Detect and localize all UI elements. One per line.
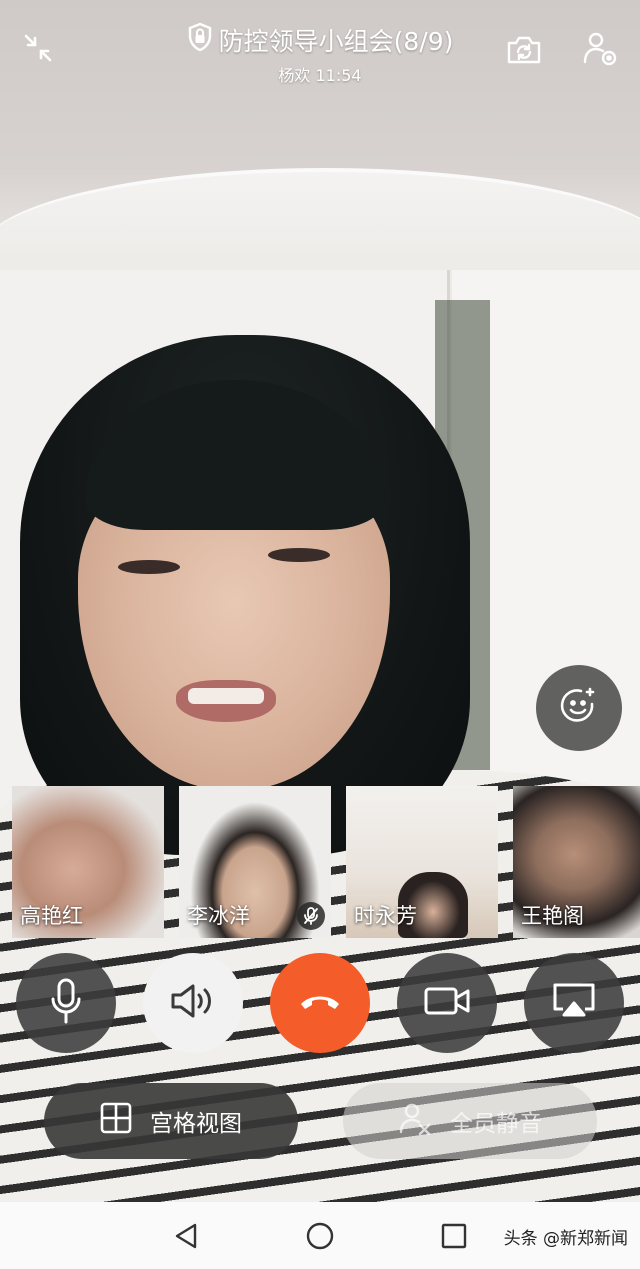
participant-name: 高艳红 bbox=[20, 904, 83, 928]
grid-icon bbox=[100, 1102, 132, 1140]
recents-icon[interactable] bbox=[432, 1214, 476, 1258]
reaction-button[interactable] bbox=[536, 665, 622, 751]
hangup-button[interactable] bbox=[270, 953, 370, 1053]
speaker-icon bbox=[169, 981, 217, 1025]
video-camera-icon bbox=[423, 985, 471, 1021]
participant-tile[interactable]: 王艳阁 bbox=[513, 786, 640, 938]
add-participant-icon[interactable] bbox=[580, 28, 620, 68]
watermark: 头条 @新郑新闻 bbox=[503, 1229, 628, 1249]
participant-name: 李冰洋 bbox=[187, 904, 250, 928]
mute-all-button[interactable]: 全员静音 bbox=[343, 1083, 597, 1159]
participant-strip: 高艳红 李冰洋 时永芳 王艳阁 bbox=[12, 786, 640, 938]
mute-all-icon bbox=[398, 1101, 432, 1141]
lock-shield-icon bbox=[187, 22, 213, 58]
call-header: 防控领导小组会(8/9) 杨欢 11:54 bbox=[0, 0, 640, 90]
participant-tile[interactable]: 高艳红 bbox=[12, 786, 164, 938]
speaker-button[interactable] bbox=[143, 953, 243, 1053]
meeting-title-block: 防控领导小组会(8/9) 杨欢 11:54 bbox=[0, 22, 640, 86]
meeting-title: 防控领导小组会(8/9) bbox=[218, 27, 454, 56]
microphone-button[interactable] bbox=[16, 953, 116, 1053]
smile-sparkle-icon bbox=[559, 686, 599, 730]
participant-tile[interactable]: 时永芳 bbox=[346, 786, 498, 938]
back-icon[interactable] bbox=[164, 1214, 208, 1258]
home-icon[interactable] bbox=[298, 1214, 342, 1258]
screen-share-button[interactable] bbox=[524, 953, 624, 1053]
mic-muted-icon bbox=[297, 902, 325, 930]
camera-button[interactable] bbox=[397, 953, 497, 1053]
grid-view-label: 宫格视图 bbox=[150, 1111, 242, 1137]
participant-name: 时永芳 bbox=[354, 904, 417, 928]
participant-name: 王艳阁 bbox=[521, 904, 584, 928]
system-nav-bar: 头条 @新郑新闻 bbox=[0, 1202, 640, 1269]
mute-all-label: 全员静音 bbox=[450, 1111, 542, 1137]
microphone-icon bbox=[49, 977, 83, 1029]
switch-camera-icon[interactable] bbox=[504, 30, 544, 70]
hangup-icon bbox=[298, 991, 342, 1015]
host-time: 杨欢 11:54 bbox=[278, 66, 362, 85]
screen-share-icon bbox=[551, 981, 597, 1025]
participant-tile[interactable]: 李冰洋 bbox=[179, 786, 331, 938]
grid-view-button[interactable]: 宫格视图 bbox=[44, 1083, 298, 1159]
